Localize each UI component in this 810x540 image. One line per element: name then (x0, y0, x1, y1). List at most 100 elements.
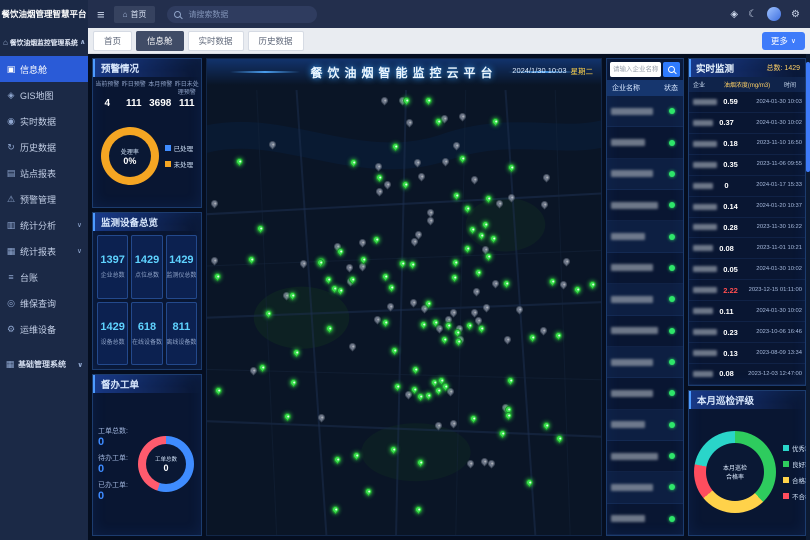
theme-moon-icon[interactable]: ☾ (748, 9, 757, 20)
map-pin-green[interactable] (258, 362, 268, 372)
page-scrollbar[interactable] (806, 54, 810, 540)
table-row[interactable]: 0 2024-01-17 15:33 (689, 176, 805, 197)
company-row[interactable] (607, 159, 683, 190)
map-pin-green[interactable] (333, 455, 343, 465)
map-pin-gray[interactable] (209, 255, 219, 265)
map-pin-green[interactable] (213, 271, 223, 281)
company-row[interactable] (607, 347, 683, 378)
map-pin-green[interactable] (502, 279, 512, 289)
table-row[interactable]: 0.28 2023-11-30 16:22 (689, 218, 805, 239)
map-pin-gray[interactable] (382, 180, 392, 190)
map-pin-green[interactable] (363, 486, 373, 496)
tab[interactable]: 信息舱 (136, 31, 184, 51)
sidebar-item[interactable]: ⚙ 运维设备 (0, 316, 88, 342)
map-pin-gray[interactable] (466, 459, 476, 469)
map-pin-green[interactable] (424, 390, 434, 400)
sidebar-item[interactable]: ◉ 实时数据 (0, 108, 88, 134)
map-pin-green[interactable] (476, 230, 486, 240)
map-pin-green[interactable] (507, 163, 517, 173)
map-pin-gray[interactable] (540, 199, 550, 209)
company-row[interactable] (607, 284, 683, 315)
map-pin-green[interactable] (469, 413, 479, 423)
map-pin-green[interactable] (351, 451, 361, 461)
map-pin-gray[interactable] (416, 171, 426, 181)
table-row[interactable]: 0.59 2024-01-30 10:03 (689, 92, 805, 113)
gear-icon[interactable]: ⚙ (791, 9, 800, 20)
map-pin-green[interactable] (547, 276, 557, 286)
map-pin-gray[interactable] (425, 216, 435, 226)
map-pin-green[interactable] (336, 247, 346, 257)
map-pin-green[interactable] (390, 346, 400, 356)
map-pin-green[interactable] (336, 286, 346, 296)
map-pin-green[interactable] (573, 285, 583, 295)
table-row[interactable]: 0.14 2024-01-20 10:37 (689, 197, 805, 218)
map-pin-gray[interactable] (481, 302, 491, 312)
map-pin-gray[interactable] (502, 334, 512, 344)
tab[interactable]: 历史数据 (248, 31, 304, 51)
company-search-input[interactable] (610, 62, 661, 77)
map-pin-gray[interactable] (347, 342, 357, 352)
map-pin-green[interactable] (397, 259, 407, 269)
map-pin-green[interactable] (247, 254, 257, 264)
map-pin-green[interactable] (375, 172, 385, 182)
table-row[interactable]: 0.23 2023-10-06 16:46 (689, 322, 805, 343)
map-pin-green[interactable] (289, 378, 299, 388)
map-pin-green[interactable] (287, 291, 297, 301)
map-pin-green[interactable] (324, 274, 334, 284)
map-pin-green[interactable] (484, 193, 494, 203)
map-pin-gray[interactable] (386, 302, 396, 312)
map-pin-green[interactable] (371, 235, 381, 245)
map-pin-gray[interactable] (408, 297, 418, 307)
map-pin-green[interactable] (490, 117, 500, 127)
table-row[interactable]: 0.08 2023-12-03 12:47:00 (689, 364, 805, 385)
map-pin-gray[interactable] (404, 118, 414, 128)
sidebar-item[interactable]: ▤ 站点报表 (0, 160, 88, 186)
map-pin-green[interactable] (588, 280, 598, 290)
sidebar-item[interactable]: ◈ GIS地图 (0, 82, 88, 108)
map-pin-gray[interactable] (458, 112, 468, 122)
map-pin-green[interactable] (264, 308, 274, 318)
map-pin-green[interactable] (400, 180, 410, 190)
sidebar-item[interactable]: ▣ 信息舱 (0, 56, 88, 82)
map-pin-gray[interactable] (345, 263, 355, 273)
global-search[interactable] (167, 6, 317, 23)
tab[interactable]: 实时数据 (188, 31, 244, 51)
company-row[interactable] (607, 504, 683, 535)
company-row[interactable] (607, 316, 683, 347)
map-pin-gray[interactable] (373, 162, 383, 172)
map-pin-gray[interactable] (495, 198, 505, 208)
sidebar-item[interactable]: ▥ 统计分析 ∨ (0, 212, 88, 238)
map-pin-gray[interactable] (358, 238, 368, 248)
sidebar-item[interactable]: ▦ 统计报表 ∨ (0, 238, 88, 264)
map-pin-green[interactable] (443, 321, 453, 331)
global-search-input[interactable] (186, 9, 310, 20)
table-row[interactable]: 0.13 2023-08-09 13:34 (689, 343, 805, 364)
gis-map[interactable]: 餐饮油烟智能监控云平台 2024/1/30 10:03 星期二 (206, 58, 602, 536)
map-pin-green[interactable] (256, 224, 266, 234)
map-pin-gray[interactable] (538, 325, 548, 335)
map-pin-green[interactable] (381, 272, 391, 282)
map-pin-green[interactable] (450, 272, 460, 282)
map-pin-gray[interactable] (507, 192, 517, 202)
map-pin-gray[interactable] (515, 305, 525, 315)
map-pin-green[interactable] (407, 260, 417, 270)
map-pin-green[interactable] (498, 428, 508, 438)
map-pin-green[interactable] (235, 157, 245, 167)
company-row[interactable] (607, 441, 683, 472)
map-pin-green[interactable] (388, 445, 398, 455)
map-pin-green[interactable] (291, 348, 301, 358)
map-pin-gray[interactable] (558, 279, 568, 289)
sidebar-item-base-system[interactable]: ▦ 基础管理系统 ∨ (0, 350, 88, 379)
map-pin-gray[interactable] (452, 140, 462, 150)
table-row[interactable]: 2.22 2023-12-15 01:11:00 (689, 280, 805, 301)
map-pin-green[interactable] (525, 477, 535, 487)
map-pin-green[interactable] (415, 392, 425, 402)
hamburger-menu-icon[interactable]: ≡ (97, 7, 105, 22)
table-row[interactable]: 0.11 2024-01-30 10:02 (689, 301, 805, 322)
map-pin-gray[interactable] (267, 140, 277, 150)
company-row[interactable] (607, 410, 683, 441)
map-pin-green[interactable] (452, 190, 462, 200)
map-pin-gray[interactable] (472, 286, 482, 296)
map-pin-green[interactable] (541, 420, 551, 430)
map-pin-green[interactable] (419, 319, 429, 329)
